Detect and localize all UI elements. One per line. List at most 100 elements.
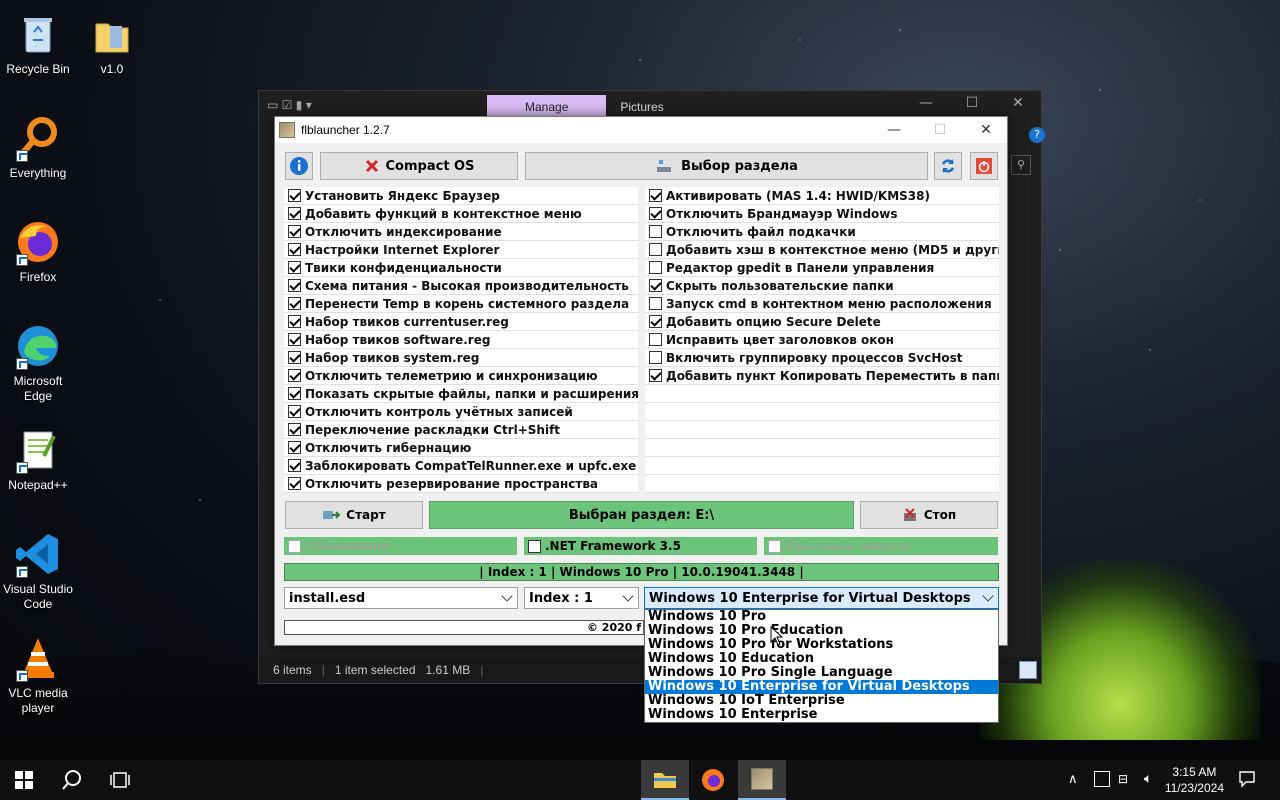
edition-option[interactable]: Windows 10 Enterprise for Virtual Deskto… bbox=[645, 680, 998, 694]
compact-os-button[interactable]: Compact OS bbox=[320, 152, 518, 180]
edition-option[interactable]: Windows 10 IoT Enterprise bbox=[645, 694, 998, 708]
desktop-icon-recycle-bin[interactable]: Recycle Bin bbox=[0, 10, 76, 77]
lang-packs-checkbox[interactable] bbox=[768, 539, 781, 553]
edition-option[interactable]: Windows 10 Pro Education bbox=[645, 624, 998, 638]
maximize-button[interactable]: ☐ bbox=[917, 117, 963, 143]
option-row[interactable]: Твики конфиденциальности bbox=[284, 259, 638, 277]
option-checkbox[interactable] bbox=[649, 279, 662, 292]
option-checkbox[interactable] bbox=[649, 315, 662, 328]
option-row[interactable]: Схема питания - Высокая производительнос… bbox=[284, 277, 638, 295]
option-checkbox[interactable] bbox=[288, 315, 301, 328]
option-checkbox[interactable] bbox=[288, 405, 301, 418]
power-button[interactable] bbox=[970, 152, 998, 180]
option-checkbox[interactable] bbox=[288, 243, 301, 256]
option-checkbox[interactable] bbox=[288, 477, 301, 490]
edition-option[interactable]: Windows 10 Pro bbox=[645, 610, 998, 624]
option-checkbox[interactable] bbox=[288, 423, 301, 436]
updates-option[interactable]: Обновления bbox=[284, 537, 517, 555]
option-checkbox[interactable] bbox=[649, 261, 662, 274]
option-row[interactable]: Установить Яндекс Браузер bbox=[284, 187, 638, 205]
option-row[interactable]: Запуск cmd в контектном меню расположени… bbox=[645, 295, 999, 313]
edition-option[interactable]: Windows 10 Pro Single Language bbox=[645, 666, 998, 680]
option-row[interactable]: Отключить Брандмауэр Windows bbox=[645, 205, 999, 223]
option-row[interactable]: Добавить пункт Копировать Переместить в … bbox=[645, 367, 999, 385]
option-row[interactable]: Скрыть пользовательские папки bbox=[645, 277, 999, 295]
option-checkbox[interactable] bbox=[288, 225, 301, 238]
option-row[interactable]: Перенести Temp в корень системного разде… bbox=[284, 295, 638, 313]
option-row[interactable]: Отключить индексирование bbox=[284, 223, 638, 241]
option-row[interactable]: Показать скрытые файлы, папки и расширен… bbox=[284, 385, 638, 403]
net35-checkbox[interactable] bbox=[528, 539, 541, 553]
desktop-icon-notepadpp[interactable]: Notepad++ bbox=[0, 426, 76, 493]
desktop-icon-everything[interactable]: Everything bbox=[0, 114, 76, 181]
option-checkbox[interactable] bbox=[288, 369, 301, 382]
option-row[interactable]: Отключить контроль учётных записей bbox=[284, 403, 638, 421]
option-row[interactable]: Отключить гибернацию bbox=[284, 439, 638, 457]
option-checkbox[interactable] bbox=[649, 333, 662, 346]
option-checkbox[interactable] bbox=[288, 261, 301, 274]
start-menu-button[interactable] bbox=[0, 760, 48, 800]
option-row[interactable]: Отключить резервирование пространства bbox=[284, 475, 638, 493]
option-checkbox[interactable] bbox=[288, 297, 301, 310]
search-button[interactable] bbox=[48, 760, 96, 800]
taskbar-firefox[interactable] bbox=[689, 760, 737, 800]
option-row[interactable]: Исправить цвет заголовков окон bbox=[645, 331, 999, 349]
option-row[interactable]: Включить группировку процессов SvcHost bbox=[645, 349, 999, 367]
desktop-icon-firefox[interactable]: Firefox bbox=[0, 218, 76, 285]
option-row[interactable]: Заблокировать CompatTelRunner.exe и upfc… bbox=[284, 457, 638, 475]
option-checkbox[interactable] bbox=[649, 369, 662, 382]
lang-packs-option[interactable]: Языковые пакеты bbox=[764, 537, 998, 555]
option-checkbox[interactable] bbox=[649, 189, 662, 202]
edition-option[interactable]: Windows 10 Pro for Workstations bbox=[645, 638, 998, 652]
option-checkbox[interactable] bbox=[288, 441, 301, 454]
select-partition-button[interactable]: Выбор раздела bbox=[525, 152, 928, 180]
minimize-button[interactable]: — bbox=[871, 117, 917, 143]
close-button[interactable]: ✕ bbox=[963, 117, 1009, 143]
option-checkbox[interactable] bbox=[649, 225, 662, 238]
option-row[interactable]: Отключить телеметрию и синхронизацию bbox=[284, 367, 638, 385]
option-row[interactable]: Настройки Internet Explorer bbox=[284, 241, 638, 259]
refresh-button[interactable] bbox=[934, 152, 962, 180]
explorer-quick-access-icons[interactable]: ▭ ☑ ▮ ▾ bbox=[267, 98, 357, 112]
info-button[interactable] bbox=[285, 152, 313, 180]
edition-option[interactable]: Windows 10 Education bbox=[645, 652, 998, 666]
explorer-close-button[interactable]: ✕ bbox=[995, 95, 1041, 117]
option-row[interactable]: Добавить хэш в контекстное меню (MD5 и д… bbox=[645, 241, 999, 259]
option-checkbox[interactable] bbox=[288, 351, 301, 364]
option-row[interactable]: Набор твиков software.reg bbox=[284, 331, 638, 349]
task-view-button[interactable] bbox=[96, 760, 144, 800]
taskbar-explorer[interactable] bbox=[641, 760, 689, 800]
option-row[interactable]: Переключение раскладки Ctrl+Shift bbox=[284, 421, 638, 439]
taskbar-flblauncher[interactable] bbox=[738, 760, 786, 800]
clock[interactable]: 3:15 AM 11/23/2024 bbox=[1165, 764, 1224, 796]
option-row[interactable]: Добавить функций в контекстное меню bbox=[284, 205, 638, 223]
start-button[interactable]: Старт bbox=[285, 501, 423, 529]
show-hidden-icons-button[interactable]: ∧ bbox=[1068, 772, 1078, 787]
option-checkbox[interactable] bbox=[649, 351, 662, 364]
option-checkbox[interactable] bbox=[288, 387, 301, 400]
updates-checkbox[interactable] bbox=[288, 539, 301, 553]
option-checkbox[interactable] bbox=[288, 459, 301, 472]
index-select[interactable]: Index : 1 bbox=[524, 587, 639, 609]
option-checkbox[interactable] bbox=[288, 207, 301, 220]
option-checkbox[interactable] bbox=[288, 279, 301, 292]
option-row[interactable]: Добавить опцию Secure Delete bbox=[645, 313, 999, 331]
option-checkbox[interactable] bbox=[649, 207, 662, 220]
edition-option[interactable]: Windows 10 Enterprise bbox=[645, 708, 998, 722]
search-icon[interactable]: ⚲ bbox=[1011, 155, 1031, 175]
desktop-icon-edge[interactable]: Microsoft Edge bbox=[0, 322, 76, 404]
option-checkbox[interactable] bbox=[649, 243, 662, 256]
option-row[interactable]: Отключить файл подкачки bbox=[645, 223, 999, 241]
volume-icon[interactable]: 🔈︎ bbox=[1144, 771, 1152, 787]
option-row[interactable]: Редактор gpedit в Панели управления bbox=[645, 259, 999, 277]
net35-option[interactable]: .NET Framework 3.5 bbox=[524, 537, 757, 555]
option-checkbox[interactable] bbox=[649, 297, 662, 310]
details-view-icon[interactable] bbox=[1019, 661, 1037, 679]
file-select[interactable]: install.esd bbox=[284, 587, 518, 609]
explorer-maximize-button[interactable]: ☐ bbox=[949, 95, 995, 117]
network-icon[interactable]: ⊟ bbox=[1118, 772, 1128, 786]
help-icon[interactable]: ? bbox=[1029, 127, 1045, 143]
option-checkbox[interactable] bbox=[288, 333, 301, 346]
desktop-icon-vlc[interactable]: VLC media player bbox=[0, 634, 76, 716]
edition-select[interactable]: Windows 10 Enterprise for Virtual Deskto… bbox=[644, 587, 999, 609]
